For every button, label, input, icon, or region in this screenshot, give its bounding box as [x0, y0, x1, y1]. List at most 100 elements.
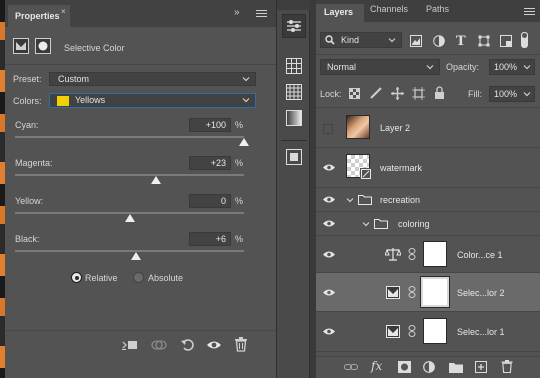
layer-mask-icon[interactable]	[35, 38, 51, 54]
visibility-empty-box[interactable]	[323, 124, 333, 134]
properties-header: Properties × »	[5, 0, 276, 27]
slider-label: Magenta:	[15, 158, 53, 168]
eye-icon[interactable]	[323, 163, 335, 172]
layer-row[interactable]: watermark	[316, 148, 540, 188]
slider-value-input[interactable]: +6	[189, 232, 231, 246]
selective-color-icon	[386, 286, 400, 299]
filter-shape-icon[interactable]	[478, 35, 490, 47]
group-row[interactable]: coloring	[316, 212, 540, 236]
reset-icon[interactable]	[181, 338, 195, 352]
view-previous-state-icon[interactable]	[151, 338, 167, 352]
slider-value-input[interactable]: +23	[189, 156, 231, 170]
trash-icon[interactable]	[501, 360, 513, 373]
visibility-eye-icon[interactable]	[206, 338, 221, 352]
preset-label: Preset:	[13, 74, 42, 84]
properties-tab-label: Properties	[15, 11, 60, 21]
preset-select[interactable]: Custom	[49, 72, 256, 86]
fill-label: Fill:	[468, 89, 482, 99]
filter-type-icon[interactable]: T	[456, 34, 466, 49]
layer-row[interactable]: Color...ce 1	[316, 236, 540, 273]
tab-layers[interactable]: Layers	[316, 4, 364, 22]
folder-icon	[374, 218, 388, 229]
close-icon[interactable]: ×	[61, 7, 66, 16]
layer-mask-thumbnail[interactable]	[423, 318, 447, 344]
slider-thumb[interactable]	[150, 176, 161, 184]
link-icon[interactable]	[408, 286, 416, 298]
lock-all-icon[interactable]	[434, 86, 445, 99]
slider-label: Yellow:	[15, 196, 44, 206]
slider-track[interactable]	[15, 136, 244, 138]
link-icon[interactable]	[408, 325, 416, 337]
eye-icon[interactable]	[323, 219, 335, 228]
slider-track[interactable]	[15, 174, 244, 176]
tab-channels[interactable]: Channels	[370, 4, 408, 14]
layer-mask-thumbnail[interactable]	[423, 241, 447, 267]
layer-mask-thumbnail[interactable]	[421, 277, 449, 307]
trash-icon[interactable]	[234, 337, 248, 352]
link-layers-icon[interactable]	[344, 362, 358, 372]
filter-kind-select[interactable]: Kind	[320, 32, 402, 48]
filter-adjustment-icon[interactable]	[433, 35, 445, 47]
lock-transparent-icon[interactable]	[349, 88, 360, 99]
yellow-swatch	[57, 96, 69, 106]
opacity-input[interactable]: 100%	[489, 59, 535, 75]
fill-input[interactable]: 100%	[489, 86, 535, 102]
slider-value-input[interactable]: 0	[189, 194, 231, 208]
clip-to-layer-icon[interactable]	[122, 338, 137, 352]
new-layer-icon[interactable]	[475, 361, 487, 373]
chevron-down-icon	[426, 63, 434, 71]
swatches-dock-icon[interactable]	[286, 58, 302, 74]
panel-menu-icon[interactable]	[256, 10, 267, 19]
filter-smart-object-icon[interactable]	[500, 35, 512, 47]
libraries-dock-icon[interactable]	[286, 149, 302, 165]
panel-menu-icon[interactable]	[524, 8, 535, 15]
percent-unit: %	[235, 234, 244, 244]
relative-radio[interactable]	[71, 272, 82, 283]
eye-icon[interactable]	[323, 195, 335, 204]
lock-artboard-icon[interactable]	[412, 87, 425, 100]
chevron-down-icon[interactable]	[346, 196, 354, 204]
slider-value-input[interactable]: +100	[189, 118, 231, 132]
search-icon	[325, 35, 335, 45]
layers-header: Layers Channels Paths	[316, 0, 540, 22]
filter-pixel-icon[interactable]	[410, 35, 422, 47]
add-mask-icon[interactable]	[398, 361, 411, 373]
filter-toggle[interactable]	[521, 32, 528, 48]
properties-dock-icon[interactable]	[282, 14, 306, 38]
slider-track[interactable]	[15, 250, 244, 252]
lock-image-icon[interactable]	[370, 87, 382, 99]
blend-mode-select[interactable]: Normal	[320, 59, 440, 75]
layer-row-selected[interactable]: Selec...lor 2	[316, 273, 540, 312]
new-group-icon[interactable]	[449, 362, 463, 373]
chevron-down-icon[interactable]	[362, 220, 370, 228]
chevron-down-icon	[242, 75, 250, 83]
slider-thumb[interactable]	[131, 252, 142, 260]
group-row[interactable]: recreation	[316, 188, 540, 212]
fx-icon[interactable]: fx	[371, 359, 382, 373]
opacity-label: Opacity:	[446, 62, 480, 72]
colors-select[interactable]: Yellows	[49, 93, 256, 108]
preset-value: Custom	[58, 74, 90, 84]
layers-footer: fx	[316, 356, 540, 378]
panel-icon-strip	[276, 0, 310, 378]
adjustment-title: Selective Color	[64, 43, 125, 53]
collapse-icon[interactable]: »	[234, 7, 239, 18]
eye-icon[interactable]	[323, 288, 335, 297]
lock-position-icon[interactable]	[391, 87, 404, 100]
layers-panel: Layers Channels Paths Kind T Normal Opac…	[316, 0, 540, 378]
chevron-down-icon	[242, 96, 250, 104]
link-icon[interactable]	[408, 248, 416, 260]
eye-icon[interactable]	[323, 250, 335, 259]
patterns-dock-icon[interactable]	[286, 84, 302, 100]
layer-name: Layer 2	[380, 123, 411, 133]
eye-icon[interactable]	[323, 327, 335, 336]
tab-paths[interactable]: Paths	[426, 4, 449, 14]
slider-thumb[interactable]	[239, 138, 249, 146]
layer-name: Color...ce 1	[457, 250, 503, 260]
new-adjustment-icon[interactable]	[423, 361, 435, 373]
gradients-dock-icon[interactable]	[286, 110, 302, 126]
slider-thumb[interactable]	[124, 214, 135, 222]
layer-row[interactable]: Selec...lor 1	[316, 312, 540, 352]
absolute-radio[interactable]	[133, 272, 144, 283]
layer-row[interactable]: Layer 2	[316, 108, 540, 148]
